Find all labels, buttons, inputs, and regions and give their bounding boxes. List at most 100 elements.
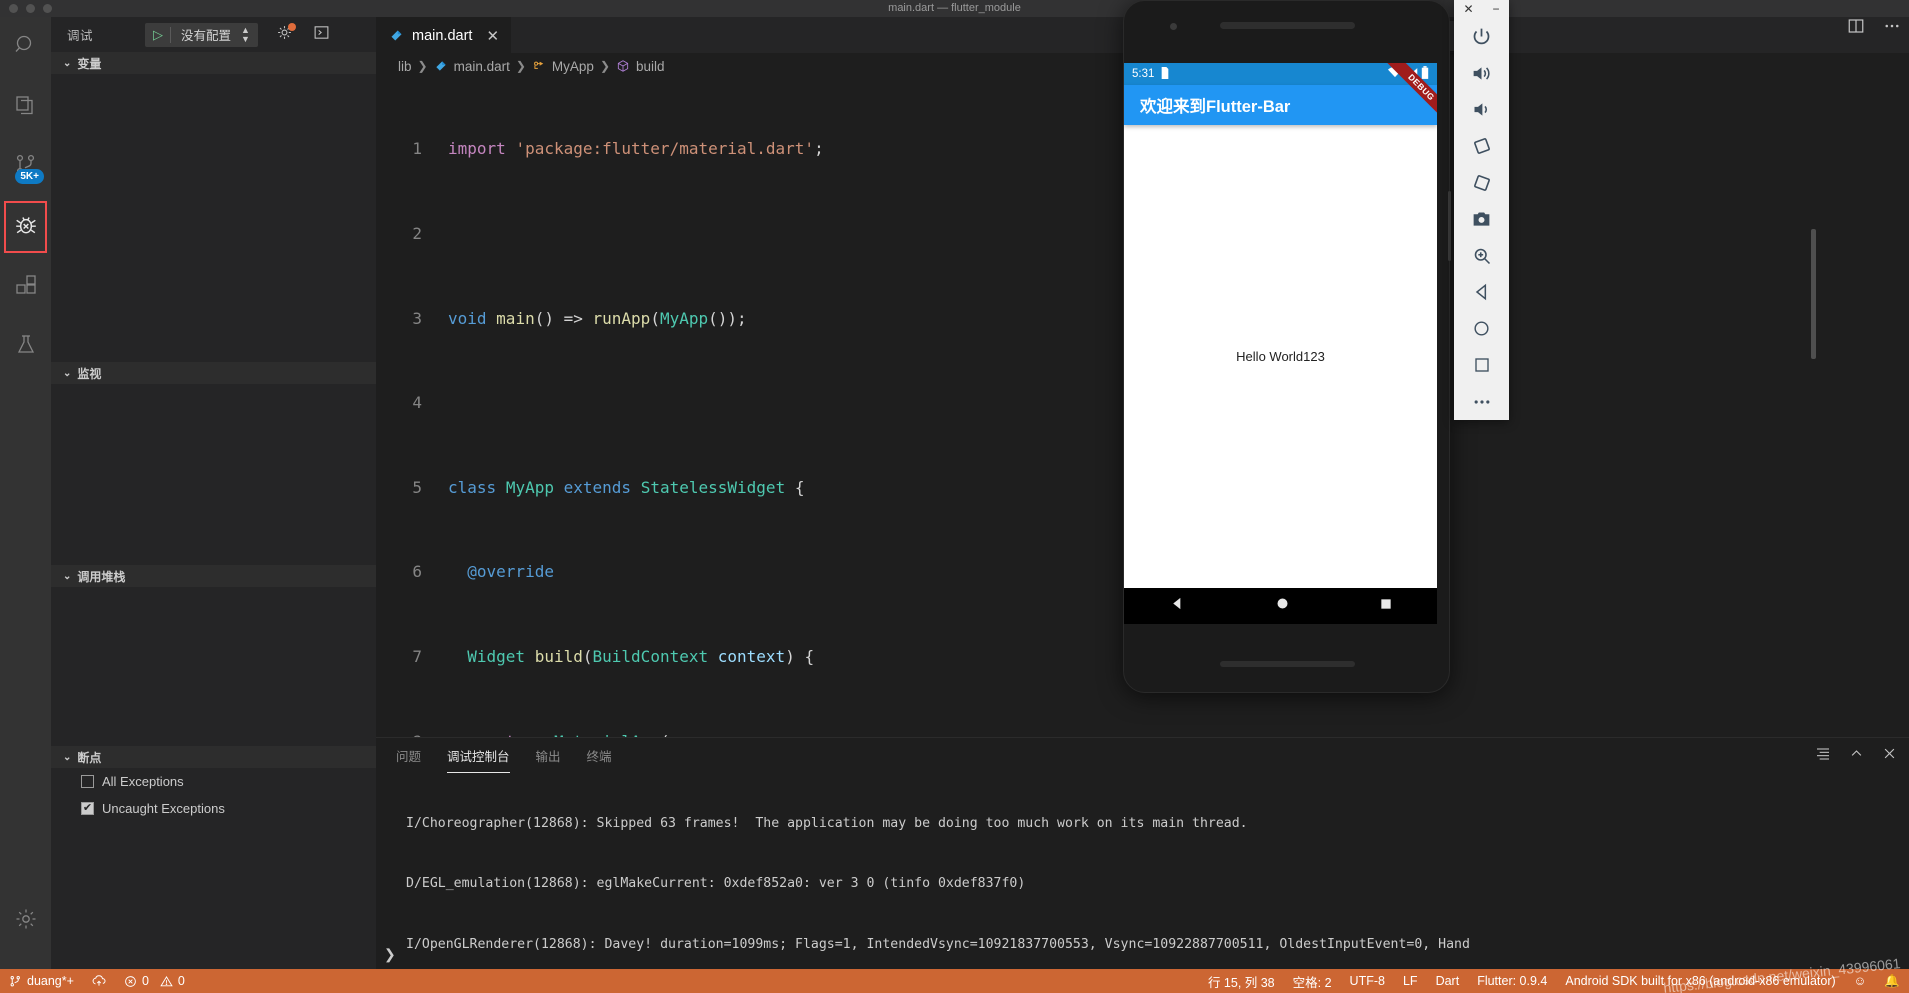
status-device[interactable]: Android SDK built for x86 (android-x86 e… [1556, 969, 1844, 993]
console-input-caret[interactable]: ❯ [384, 946, 396, 963]
activity-item-search[interactable] [0, 17, 51, 77]
rotate-right-button[interactable] [1454, 164, 1509, 201]
chevron-right-icon: ❯ [599, 59, 611, 73]
launch-configuration-select[interactable]: ▷ 没有配置 ▲ ▼ [145, 22, 258, 47]
split-editor-icon[interactable] [1847, 17, 1865, 40]
emulator-screen[interactable]: 5:31 欢迎来到Flutter-Bar DEBUG Hello World12… [1124, 63, 1437, 588]
breadcrumb-item-main-dart[interactable]: main.dart [454, 59, 510, 74]
close-icon[interactable]: ✕ [486, 27, 499, 45]
screenshot-button[interactable] [1454, 201, 1509, 238]
line-number: 2 [412, 224, 422, 243]
close-icon[interactable]: ✕ [1463, 2, 1473, 16]
activity-bar: 5K+ [0, 17, 51, 969]
editor-tab-main-dart[interactable]: main.dart ✕ [376, 17, 512, 53]
chevron-down-icon: ⌄ [63, 57, 72, 69]
status-eol[interactable]: LF [1394, 969, 1427, 993]
dart-file-icon [389, 28, 404, 43]
zoom-button[interactable] [1454, 237, 1509, 274]
status-flutter-version[interactable]: Flutter: 0.9.4 [1468, 969, 1556, 993]
window-title: main.dart — flutter_module [888, 2, 1021, 14]
open-launch-json-button[interactable] [276, 22, 296, 46]
power-button[interactable] [1454, 18, 1509, 55]
breadcrumb-item-build[interactable]: build [636, 59, 665, 74]
overview-button[interactable] [1454, 347, 1509, 384]
status-warnings-count: 0 [177, 974, 185, 988]
sidebar-section-call-stack[interactable]: ⌄ 调用堆栈 [51, 565, 376, 587]
panel-tabs: 问题 调试控制台 输出 终端 [376, 738, 1909, 773]
status-cursor-position[interactable]: 行 15, 列 38 [1199, 969, 1284, 993]
editor-scrollbar[interactable] [1811, 229, 1816, 359]
method-icon [616, 59, 630, 74]
home-button[interactable] [1454, 310, 1509, 347]
sidebar-section-label: 监视 [77, 366, 102, 381]
sidebar-section-breakpoints[interactable]: ⌄ 断点 [51, 746, 376, 768]
panel-tab-output[interactable]: 输出 [536, 738, 561, 773]
debug-sidebar-header: 调试 ▷ 没有配置 ▲ ▼ [51, 17, 376, 52]
activity-item-test[interactable] [0, 317, 51, 377]
status-language-mode[interactable]: Dart [1427, 969, 1469, 993]
open-debug-console-button[interactable] [313, 24, 330, 46]
recents-icon[interactable] [1379, 597, 1393, 616]
debug-sidebar: 调试 ▷ 没有配置 ▲ ▼ ⌄ 变量 ⌄ 监视 ⌄ 调用堆栈 ⌄ 断点 All … [51, 17, 376, 969]
chevron-right-icon: ❯ [515, 59, 526, 73]
line-number: 3 [412, 308, 422, 328]
breadcrumb-item-myapp[interactable]: MyApp [552, 59, 594, 74]
minimize-icon[interactable]: − [1492, 2, 1499, 16]
back-button[interactable] [1454, 274, 1509, 311]
debug-console-output[interactable]: I/Choreographer(12868): Skipped 63 frame… [376, 773, 1909, 969]
play-icon[interactable]: ▷ [146, 27, 170, 43]
panel-tab-terminal[interactable]: 终端 [587, 738, 612, 773]
flutter-appbar: 欢迎来到Flutter-Bar DEBUG [1124, 63, 1437, 125]
back-icon[interactable] [1169, 595, 1186, 617]
line-number: 6 [412, 562, 422, 582]
activity-item-extensions[interactable] [0, 257, 51, 317]
sidebar-section-variables[interactable]: ⌄ 变量 [51, 52, 376, 74]
chevron-up-icon[interactable] [1849, 746, 1864, 766]
editor-actions [1847, 17, 1901, 40]
panel-tab-problems[interactable]: 问题 [396, 738, 421, 773]
breakpoint-checkbox[interactable] [81, 775, 94, 788]
breadcrumb-item-lib[interactable]: lib [398, 59, 412, 74]
status-branch[interactable]: duang*+ [0, 969, 83, 993]
breakpoint-row[interactable]: All Exceptions [51, 768, 376, 795]
sidebar-section-label: 断点 [77, 750, 102, 765]
status-sync[interactable] [83, 969, 115, 993]
rotate-left-button[interactable] [1454, 128, 1509, 165]
more-button[interactable] [1454, 383, 1509, 420]
status-indentation[interactable]: 空格: 2 [1284, 969, 1341, 993]
close-icon[interactable] [1882, 746, 1897, 766]
volume-up-button[interactable] [1454, 55, 1509, 92]
activity-item-source-control[interactable]: 5K+ [0, 137, 51, 197]
home-icon[interactable] [1275, 596, 1290, 616]
vscode-window: main.dart — flutter_module 5K+ 调试 ▷ 没有配置… [0, 0, 1909, 993]
files-icon [14, 93, 38, 122]
android-navigation-bar[interactable] [1124, 588, 1437, 624]
sidebar-section-watch[interactable]: ⌄ 监视 [51, 362, 376, 384]
status-problems[interactable]: 0 0 [115, 969, 194, 993]
android-emulator-window[interactable]: 5:31 欢迎来到Flutter-Bar DEBUG Hello World12… [1123, 0, 1451, 693]
feedback-smiley-icon[interactable]: ☺ [1845, 969, 1876, 993]
panel-actions [1815, 738, 1897, 773]
chevron-down-icon: ⌄ [63, 570, 72, 582]
activity-item-manage-settings[interactable] [0, 891, 51, 951]
chevron-updown-icon[interactable]: ▲ ▼ [241, 25, 257, 44]
editor-tab-label: main.dart [412, 27, 473, 44]
emulator-window-controls: ✕ − [1454, 0, 1509, 18]
panel-tab-debug-console[interactable]: 调试控制台 [447, 738, 510, 773]
beaker-icon [14, 333, 38, 362]
notifications-bell-icon[interactable]: 🔔 [1875, 969, 1909, 993]
breakpoint-label: Uncaught Exceptions [102, 801, 225, 816]
activity-item-debug[interactable] [0, 197, 51, 257]
more-actions-icon[interactable] [1883, 17, 1901, 40]
volume-rocker[interactable] [1448, 191, 1451, 261]
volume-down-button[interactable] [1454, 91, 1509, 128]
breakpoint-row[interactable]: ✔ Uncaught Exceptions [51, 795, 376, 822]
emulator-control-toolbar: ✕ − [1454, 0, 1509, 420]
status-encoding[interactable]: UTF-8 [1341, 969, 1394, 993]
activity-item-explorer[interactable] [0, 77, 51, 137]
breakpoint-checkbox[interactable]: ✔ [81, 802, 94, 815]
chevron-down-icon: ⌄ [63, 751, 72, 763]
console-line: I/Choreographer(12868): Skipped 63 frame… [406, 815, 1248, 831]
hello-world-text: Hello World123 [1236, 349, 1325, 364]
clear-console-icon[interactable] [1815, 745, 1831, 766]
